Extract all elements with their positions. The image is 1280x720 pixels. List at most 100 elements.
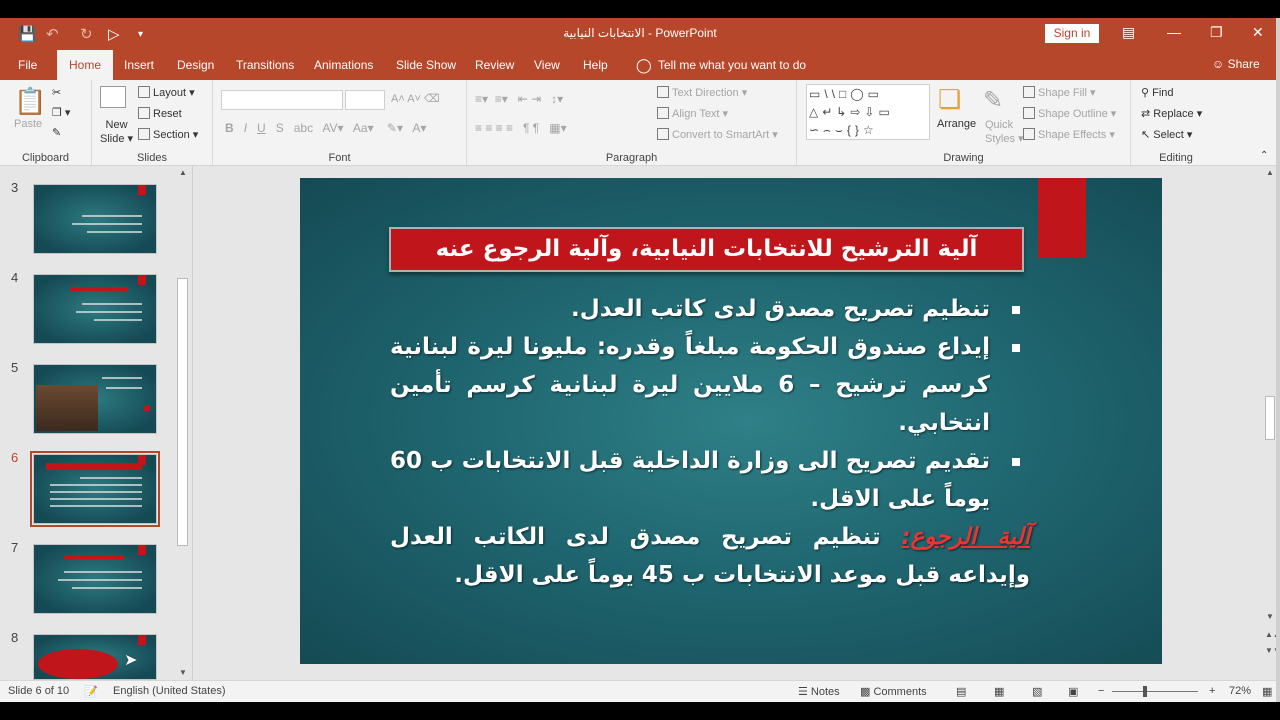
slide-show-icon[interactable]: ▣ bbox=[1068, 685, 1078, 698]
thumbnail-number: 3 bbox=[11, 180, 19, 195]
shapes-gallery[interactable]: ▭\\□◯▭ △↵↳⇨⇩▭ ∽⌢⌣{}☆ bbox=[806, 84, 930, 140]
slide-thumbnail-7[interactable] bbox=[33, 544, 157, 614]
scroll-down-icon[interactable]: ▼ bbox=[179, 668, 187, 677]
scrollbar-thumb[interactable] bbox=[1265, 396, 1275, 440]
tab-slide-show[interactable]: Slide Show bbox=[386, 50, 466, 80]
font-family-input[interactable] bbox=[221, 90, 343, 110]
scroll-down-icon[interactable]: ▼ bbox=[1266, 612, 1274, 621]
tab-review[interactable]: Review bbox=[465, 50, 524, 80]
thumbnail-text-line bbox=[87, 231, 142, 233]
notes-button[interactable]: ☰ Notes bbox=[798, 685, 840, 698]
bullet-item: تقديم تصريح الى وزارة الداخلية قبل الانت… bbox=[390, 442, 1026, 518]
spell-check-icon[interactable]: 📝 bbox=[84, 685, 98, 698]
cut-icon[interactable]: ✂ bbox=[52, 86, 61, 99]
zoom-slider-handle[interactable] bbox=[1143, 686, 1147, 697]
thumbnail-accent bbox=[138, 185, 146, 195]
slide-title-box[interactable]: آلية الترشيح للانتخابات النيابية، وآلية … bbox=[389, 227, 1024, 272]
convert-smartart-button[interactable]: Convert to SmartArt ▾ bbox=[657, 128, 778, 141]
tab-file[interactable]: File bbox=[8, 50, 47, 80]
zoom-slider[interactable] bbox=[1112, 691, 1198, 692]
tab-insert[interactable]: Insert bbox=[114, 50, 164, 80]
thumbnail-scrollbar[interactable]: ▲ ▼ bbox=[176, 168, 190, 678]
tab-transitions[interactable]: Transitions bbox=[226, 50, 304, 80]
normal-view-icon[interactable]: ▤ bbox=[956, 685, 966, 698]
thumbnail-text-line bbox=[72, 587, 142, 589]
close-icon[interactable]: ✕ bbox=[1252, 24, 1264, 41]
slide-title: آلية الترشيح للانتخابات النيابية، وآلية … bbox=[435, 236, 978, 262]
font-size-controls[interactable]: A˄ A˅ ⌫ bbox=[391, 92, 440, 105]
select-button[interactable]: ↖ Select ▾ bbox=[1141, 128, 1192, 141]
slide-thumbnail-3[interactable] bbox=[33, 184, 157, 254]
share-button[interactable]: ☺ Share bbox=[1212, 57, 1260, 71]
arrange-button[interactable]: Arrange bbox=[937, 118, 976, 130]
thumbnail-number: 5 bbox=[11, 360, 19, 375]
shape-outline-button[interactable]: Shape Outline ▾ bbox=[1023, 107, 1116, 120]
replace-icon: ⇄ bbox=[1141, 108, 1154, 120]
slide-thumbnail-5[interactable] bbox=[33, 364, 157, 434]
zoom-in-icon[interactable]: + bbox=[1209, 685, 1215, 697]
tab-animations[interactable]: Animations bbox=[304, 50, 383, 80]
collapse-ribbon-icon[interactable]: ⌃ bbox=[1260, 150, 1268, 161]
thumbnail-accent bbox=[144, 405, 150, 411]
thumbnail-text-line bbox=[50, 498, 142, 500]
text-direction-button[interactable]: Text Direction ▾ bbox=[657, 86, 747, 99]
format-painter-icon[interactable]: ✎ bbox=[52, 126, 61, 139]
shape-effects-button[interactable]: Shape Effects ▾ bbox=[1023, 128, 1115, 141]
slide-sorter-icon[interactable]: ▦ bbox=[994, 685, 1004, 698]
reading-view-icon[interactable]: ▧ bbox=[1032, 685, 1042, 698]
thumbnail-text-line bbox=[72, 223, 142, 225]
fit-to-window-icon[interactable]: ▦ bbox=[1262, 685, 1272, 698]
tell-me-search[interactable]: Tell me what you want to do bbox=[648, 50, 816, 80]
slide-canvas[interactable]: آلية الترشيح للانتخابات النيابية، وآلية … bbox=[300, 178, 1162, 664]
clipboard-group: 📋 Paste ✂ ❐ ▾ ✎ Clipboard bbox=[0, 80, 92, 166]
reset-button[interactable]: Reset bbox=[138, 107, 182, 120]
find-button[interactable]: ⚲ Find bbox=[1141, 86, 1174, 99]
font-size-input[interactable] bbox=[345, 90, 385, 110]
ribbon-display-icon[interactable]: ▤ bbox=[1122, 24, 1135, 41]
shape-effects-icon bbox=[1023, 128, 1035, 140]
title-bar: 💾 ↶ ↻ ▷ ▾ الانتخابات النيابية - PowerPoi… bbox=[0, 18, 1280, 50]
slide-thumbnail-4[interactable] bbox=[33, 274, 157, 344]
minimize-icon[interactable]: — bbox=[1167, 24, 1181, 40]
slide-thumbnail-6[interactable] bbox=[30, 451, 160, 527]
new-slide-button[interactable]: New Slide ▾ bbox=[100, 118, 133, 146]
quick-styles-icon[interactable]: ✎ bbox=[983, 86, 1003, 115]
section-button[interactable]: Section ▾ bbox=[138, 128, 198, 141]
slide-body[interactable]: تنظيم تصريح مصدق لدى كاتب العدل. إيداع ص… bbox=[390, 290, 1030, 594]
tab-view[interactable]: View bbox=[524, 50, 570, 80]
align-text-button[interactable]: Align Text ▾ bbox=[657, 107, 728, 120]
drawing-label: Drawing bbox=[943, 152, 984, 164]
comments-button[interactable]: ▩ Comments bbox=[860, 685, 927, 698]
arrange-icon[interactable]: ❏ bbox=[938, 84, 961, 115]
zoom-level[interactable]: 72% bbox=[1229, 685, 1251, 697]
tab-design[interactable]: Design bbox=[167, 50, 224, 80]
layout-button[interactable]: Layout ▾ bbox=[138, 86, 195, 99]
new-slide-icon[interactable] bbox=[100, 86, 126, 108]
paste-icon[interactable]: 📋 bbox=[14, 86, 46, 117]
shape-fill-button[interactable]: Shape Fill ▾ bbox=[1023, 86, 1096, 99]
slides-group: New Slide ▾ Layout ▾ Reset Section ▾ Slid… bbox=[92, 80, 213, 166]
sign-in-button[interactable]: Sign in bbox=[1045, 24, 1099, 43]
slide-thumbnail-8[interactable] bbox=[33, 634, 157, 680]
copy-icon[interactable]: ❐ ▾ bbox=[52, 106, 70, 119]
zoom-out-icon[interactable]: − bbox=[1098, 685, 1104, 697]
alignment-buttons[interactable]: ≡ ≡ ≡ ≡ ¶ ¶ ▦▾ bbox=[475, 121, 567, 135]
slides-label: Slides bbox=[137, 152, 167, 164]
scroll-up-icon[interactable]: ▲ bbox=[179, 168, 187, 177]
font-format-buttons[interactable]: B I U S abc AV▾ Aa▾ ✎▾ A▾ bbox=[225, 121, 426, 135]
withdrawal-paragraph: آلية الرجوع: تنظيم تصريح مصدق لدى الكاتب… bbox=[390, 524, 1030, 588]
slide-scrollbar[interactable]: ▲ ▼ ▲▲ ▼▼ bbox=[1264, 166, 1280, 680]
list-buttons[interactable]: ≡▾ ≡▾ ⇤ ⇥ ↕▾ bbox=[475, 92, 563, 106]
maximize-icon[interactable]: ❐ bbox=[1210, 24, 1223, 41]
paste-button[interactable]: Paste bbox=[14, 118, 42, 130]
scrollbar-thumb[interactable] bbox=[177, 278, 188, 546]
tab-help[interactable]: Help bbox=[573, 50, 618, 80]
reset-icon bbox=[138, 107, 150, 119]
quick-styles-button[interactable]: Quick Styles ▾ bbox=[985, 118, 1024, 146]
scroll-up-icon[interactable]: ▲ bbox=[1266, 168, 1274, 177]
replace-button[interactable]: ⇄ Replace ▾ bbox=[1141, 107, 1202, 120]
tab-home[interactable]: Home bbox=[57, 50, 114, 80]
thumbnail-text-line bbox=[58, 579, 142, 581]
language-indicator[interactable]: English (United States) bbox=[113, 685, 226, 697]
bullet-square-icon bbox=[1012, 458, 1020, 466]
